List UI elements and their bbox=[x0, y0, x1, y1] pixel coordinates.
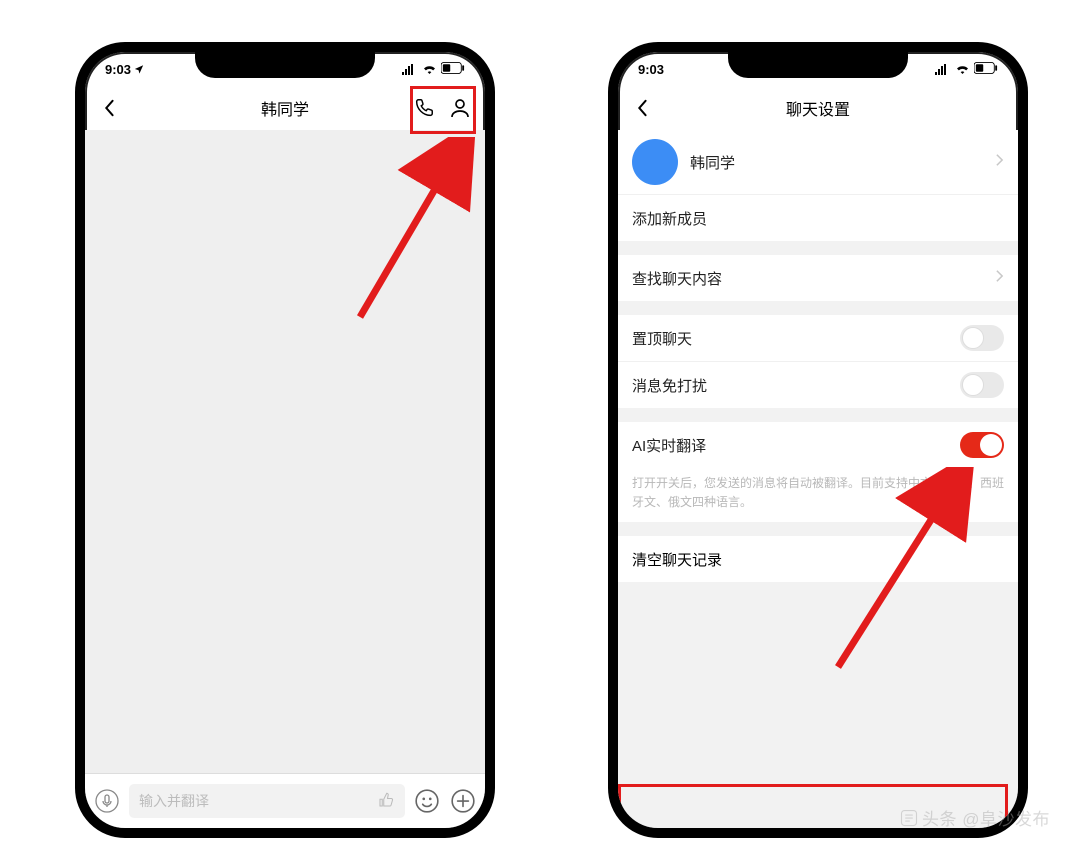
profile-row[interactable]: 韩同学 bbox=[618, 130, 1018, 195]
add-member-label: 添加新成员 bbox=[632, 208, 707, 229]
back-button[interactable] bbox=[628, 93, 656, 123]
phone-chat-screen: 9:03 韩同学 bbox=[75, 42, 495, 838]
chat-body[interactable] bbox=[85, 130, 485, 774]
ai-translate-toggle[interactable] bbox=[960, 432, 1004, 458]
notch bbox=[728, 50, 908, 78]
chat-input-placeholder: 输入并翻译 bbox=[139, 791, 209, 811]
location-icon bbox=[134, 62, 144, 77]
clear-history-label: 清空聊天记录 bbox=[632, 549, 722, 570]
pin-chat-row[interactable]: 置顶聊天 bbox=[618, 315, 1018, 362]
mute-toggle[interactable] bbox=[960, 372, 1004, 398]
mute-row[interactable]: 消息免打扰 bbox=[618, 362, 1018, 408]
chat-input[interactable]: 输入并翻译 bbox=[129, 784, 405, 818]
avatar bbox=[632, 139, 678, 185]
voice-button[interactable] bbox=[93, 787, 121, 815]
settings-title: 聊天设置 bbox=[618, 96, 1018, 120]
ai-translate-label: AI实时翻译 bbox=[632, 435, 706, 456]
signal-icon bbox=[402, 64, 418, 75]
chevron-right-icon bbox=[995, 153, 1004, 171]
wifi-icon bbox=[955, 62, 970, 77]
search-history-row[interactable]: 查找聊天内容 bbox=[618, 255, 1018, 301]
wifi-icon bbox=[422, 62, 437, 77]
settings-body[interactable]: 韩同学 添加新成员 查找聊天内容 置顶聊天 bbox=[618, 130, 1018, 828]
chevron-right-icon bbox=[995, 269, 1004, 287]
signal-icon bbox=[935, 64, 951, 75]
search-history-label: 查找聊天内容 bbox=[632, 268, 722, 289]
add-member-row[interactable]: 添加新成员 bbox=[618, 195, 1018, 241]
battery-icon bbox=[974, 62, 998, 77]
ai-translate-row[interactable]: AI实时翻译 bbox=[618, 422, 1018, 468]
phone-settings-screen: 9:03 聊天设置 韩同学 添加新成员 bbox=[608, 42, 1028, 838]
back-button[interactable] bbox=[95, 93, 123, 123]
mute-label: 消息免打扰 bbox=[632, 375, 707, 396]
notch bbox=[195, 50, 375, 78]
clear-history-button[interactable]: 清空聊天记录 bbox=[618, 536, 1018, 582]
emoji-button[interactable] bbox=[413, 787, 441, 815]
pin-chat-label: 置顶聊天 bbox=[632, 328, 692, 349]
status-time: 9:03 bbox=[638, 62, 664, 77]
status-time: 9:03 bbox=[105, 62, 131, 77]
battery-icon bbox=[441, 62, 465, 77]
highlight-profile-button bbox=[410, 86, 476, 134]
profile-name: 韩同学 bbox=[690, 152, 735, 173]
thumbs-up-icon[interactable] bbox=[377, 791, 395, 812]
pin-chat-toggle[interactable] bbox=[960, 325, 1004, 351]
tutorial-composite: 9:03 韩同学 bbox=[0, 0, 1080, 850]
add-button[interactable] bbox=[449, 787, 477, 815]
chat-input-bar: 输入并翻译 bbox=[85, 773, 485, 828]
ai-translate-description: 打开开关后，您发送的消息将自动被翻译。目前支持中文、英文、西班牙文、俄文四种语言… bbox=[618, 468, 1018, 522]
settings-navbar: 聊天设置 bbox=[618, 86, 1018, 131]
